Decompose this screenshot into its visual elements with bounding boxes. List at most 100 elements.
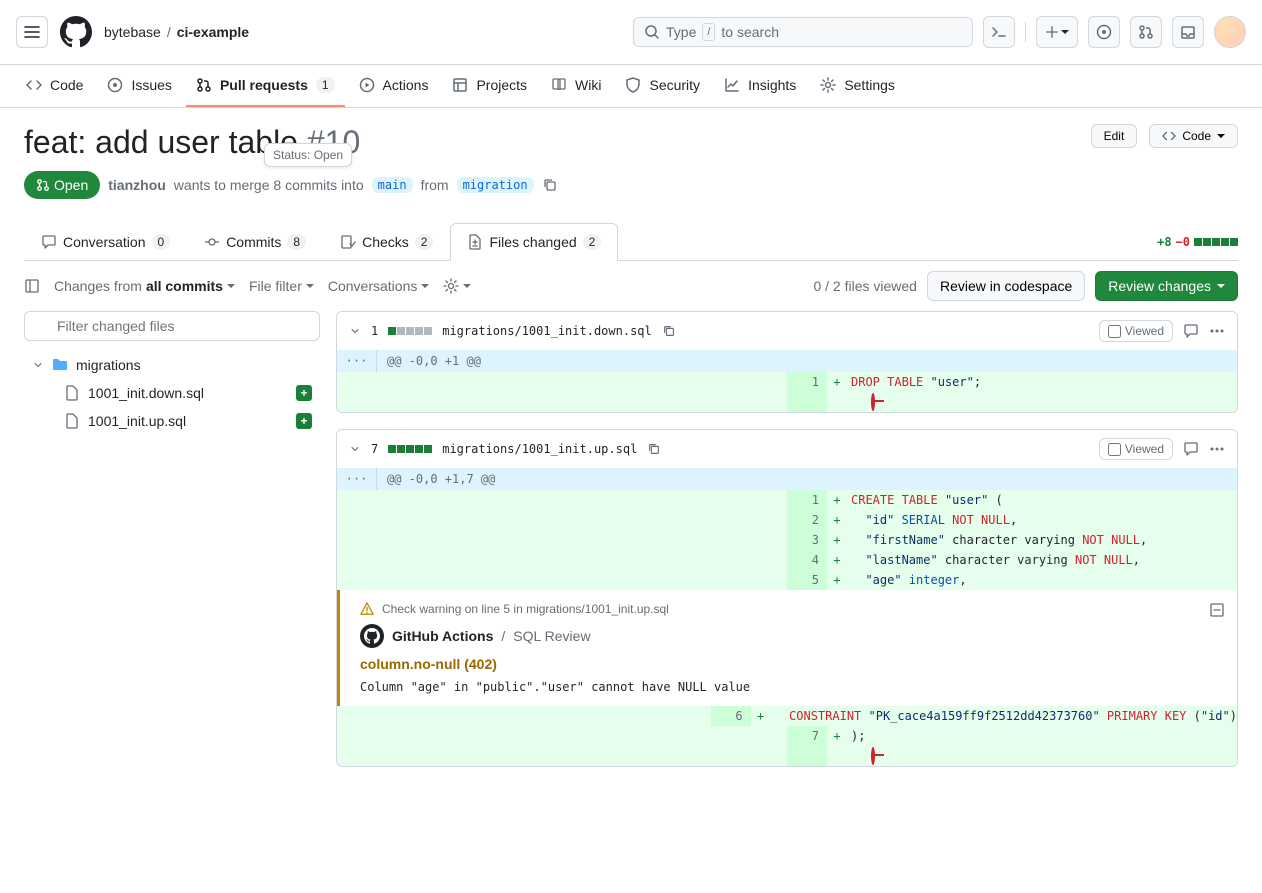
code-line: 6+ CONSTRAINT "PK_cace4a159ff9f2512dd423…: [337, 706, 1237, 726]
kebab-icon[interactable]: [1209, 441, 1225, 457]
nav-wiki[interactable]: Wiki: [541, 65, 611, 107]
code-line: 5+ "age" integer,: [337, 570, 1237, 590]
github-logo[interactable]: [60, 16, 92, 48]
code-line: 3+ "firstName" character varying NOT NUL…: [337, 530, 1237, 550]
gear-icon: [443, 278, 459, 294]
check-annotation: Check warning on line 5 in migrations/10…: [337, 590, 1237, 706]
nav-issues[interactable]: Issues: [97, 65, 181, 107]
expand-hunk[interactable]: ···: [337, 468, 377, 490]
head-branch[interactable]: migration: [457, 177, 534, 193]
nav-security[interactable]: Security: [615, 65, 710, 107]
menu-icon: [24, 24, 40, 40]
copy-icon[interactable]: [647, 442, 661, 456]
search-icon: [644, 24, 660, 40]
breadcrumb-repo[interactable]: ci-example: [177, 24, 249, 40]
pr-title: feat: add user table #10: [24, 124, 1079, 161]
sidebar-toggle-icon[interactable]: [24, 278, 40, 294]
pull-request-icon: [196, 77, 212, 93]
copy-icon[interactable]: [542, 177, 558, 193]
hamburger-menu[interactable]: [16, 16, 48, 48]
nav-settings[interactable]: Settings: [810, 65, 905, 107]
play-icon: [359, 77, 375, 93]
code-button[interactable]: Code: [1149, 124, 1238, 148]
pull-request-icon: [36, 178, 50, 192]
tab-checks[interactable]: Checks 2: [323, 223, 450, 261]
chevron-down-icon[interactable]: [349, 325, 361, 337]
code-line: 1+CREATE TABLE "user" (: [337, 490, 1237, 510]
copy-icon[interactable]: [662, 324, 676, 338]
file-icon: [64, 385, 80, 401]
chevron-down-icon: [32, 359, 44, 371]
comment-icon: [41, 234, 57, 250]
review-changes-button[interactable]: Review changes: [1095, 271, 1238, 301]
code-line: 2+ "id" SERIAL NOT NULL,: [337, 510, 1237, 530]
edit-button[interactable]: Edit: [1091, 124, 1138, 148]
code-icon: [1162, 129, 1176, 143]
file-diff-block: 1 migrations/1001_init.down.sql Viewed ·…: [336, 311, 1238, 413]
file-diff-block: 7 migrations/1001_init.up.sql Viewed ···…: [336, 429, 1238, 767]
conversations-dropdown[interactable]: Conversations: [328, 278, 430, 294]
breadcrumb-owner[interactable]: bytebase: [104, 24, 161, 40]
changes-from-dropdown[interactable]: Changes from all commits: [54, 278, 235, 294]
create-new-button[interactable]: [1036, 16, 1078, 48]
tab-conversation[interactable]: Conversation 0: [24, 223, 187, 261]
comment-icon[interactable]: [1183, 441, 1199, 457]
gear-icon: [820, 77, 836, 93]
caret-down-icon: [1217, 134, 1225, 138]
caret-down-icon: [1061, 30, 1069, 34]
collapse-icon[interactable]: [1209, 602, 1225, 618]
review-codespace-button[interactable]: Review in codespace: [927, 271, 1085, 301]
pull-requests-button[interactable]: [1130, 16, 1162, 48]
status-tooltip: Status: Open: [264, 143, 352, 167]
chevron-down-icon[interactable]: [349, 443, 361, 455]
diffstat: +8 −0: [1157, 235, 1238, 249]
code-line: 7+);: [337, 726, 1237, 746]
nav-code[interactable]: Code: [16, 65, 93, 107]
tab-commits[interactable]: Commits 8: [187, 223, 323, 261]
file-path[interactable]: migrations/1001_init.up.sql: [442, 442, 637, 456]
comment-icon[interactable]: [1183, 323, 1199, 339]
nav-actions[interactable]: Actions: [349, 65, 439, 107]
search-input[interactable]: Type / to search: [633, 17, 973, 47]
folder-icon: [52, 357, 68, 373]
nav-insights[interactable]: Insights: [714, 65, 806, 107]
github-logo-small: [360, 624, 384, 648]
graph-icon: [724, 77, 740, 93]
viewed-checkbox[interactable]: Viewed: [1099, 320, 1173, 342]
annotation-rule[interactable]: column.no-null (402): [360, 656, 1217, 672]
tree-folder-migrations[interactable]: migrations: [24, 351, 320, 379]
book-icon: [551, 77, 567, 93]
code-line: 4+ "lastName" character varying NOT NULL…: [337, 550, 1237, 570]
no-newline-icon: [871, 393, 875, 411]
issue-icon: [1096, 24, 1112, 40]
nav-pull-requests[interactable]: Pull requests 1: [186, 65, 345, 107]
issues-button[interactable]: [1088, 16, 1120, 48]
expand-hunk[interactable]: ···: [337, 350, 377, 372]
user-avatar[interactable]: [1214, 16, 1246, 48]
tab-files-changed[interactable]: Files changed 2: [450, 223, 618, 261]
command-palette-button[interactable]: [983, 16, 1015, 48]
pr-author[interactable]: tianzhou: [108, 177, 166, 193]
breadcrumb: bytebase / ci-example: [104, 24, 249, 40]
pulls-count: 1: [316, 77, 335, 93]
filter-files-input[interactable]: [24, 311, 320, 341]
plus-icon: [1045, 25, 1059, 39]
added-badge: +: [296, 385, 312, 401]
viewed-checkbox[interactable]: Viewed: [1099, 438, 1173, 460]
notifications-button[interactable]: [1172, 16, 1204, 48]
hunk-header: ··· @@ -0,0 +1 @@: [337, 350, 1237, 372]
settings-dropdown[interactable]: [443, 278, 471, 294]
base-branch[interactable]: main: [372, 177, 413, 193]
kebab-icon[interactable]: [1209, 323, 1225, 339]
nav-projects[interactable]: Projects: [442, 65, 537, 107]
code-line: 1 + DROP TABLE "user";: [337, 372, 1237, 392]
project-icon: [452, 77, 468, 93]
tree-file-down[interactable]: 1001_init.down.sql +: [24, 379, 320, 407]
code-icon: [26, 77, 42, 93]
file-filter-dropdown[interactable]: File filter: [249, 278, 314, 294]
inbox-icon: [1180, 24, 1196, 40]
no-newline-icon: [871, 747, 875, 765]
commit-icon: [204, 234, 220, 250]
tree-file-up[interactable]: 1001_init.up.sql +: [24, 407, 320, 435]
file-path[interactable]: migrations/1001_init.down.sql: [442, 324, 652, 338]
